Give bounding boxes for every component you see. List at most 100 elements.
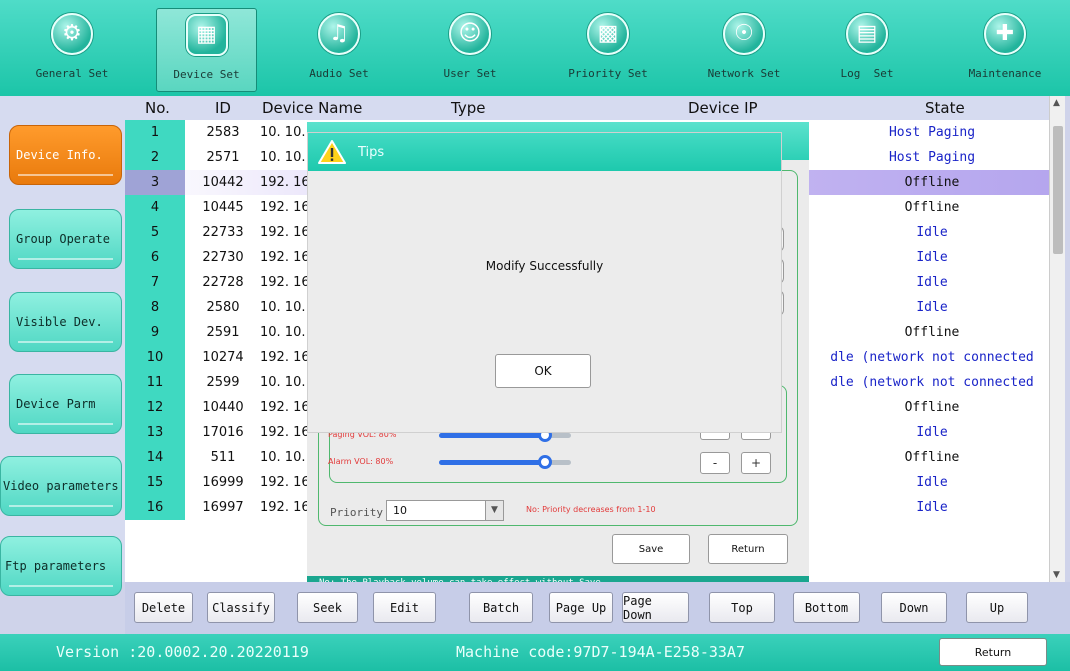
nav-log-set[interactable]: ▤ Log Set [820, 8, 914, 92]
slider-fill [439, 460, 545, 465]
cell-id: 22730 [202, 250, 244, 265]
col-header-id[interactable]: ID [215, 99, 231, 117]
cell-device-name: 192. 16 [260, 175, 310, 190]
cell-state: Offline [904, 450, 960, 465]
alarm-vol-minus-button[interactable]: - [700, 452, 730, 474]
toolbar-button-top[interactable]: Top [709, 592, 775, 623]
toolbar-button-delete[interactable]: Delete [134, 592, 193, 623]
priority-label: Priority [330, 506, 383, 519]
cell-no: 14 [125, 445, 185, 470]
tips-titlebar: Tips [308, 133, 781, 171]
cell-no: 11 [125, 370, 185, 395]
sidebar-item-visible-dev[interactable]: Visible Dev. [9, 292, 122, 352]
cell-id: 22728 [202, 275, 244, 290]
cell-state: Offline [904, 175, 960, 190]
cell-no: 7 [125, 270, 185, 295]
toolbar-button-bottom[interactable]: Bottom [793, 592, 860, 623]
bar-chart-icon: ▩ [587, 13, 629, 55]
sidebar-item-label: Visible Dev. [16, 315, 103, 329]
nav-label: General Set [35, 67, 109, 80]
col-header-device-name[interactable]: Device Name [262, 99, 362, 117]
nav-device-set[interactable]: ▦ Device Set [156, 8, 257, 92]
paging-vol-slider[interactable] [439, 428, 571, 442]
cell-no: 2 [125, 145, 185, 170]
sidebar-item-ftp-parameters[interactable]: Ftp parameters [0, 536, 122, 596]
dialog-return-button[interactable]: Return [708, 534, 788, 564]
nav-label: Maintenance [968, 67, 1042, 80]
nav-label: Log Set [840, 67, 894, 80]
scrollbar-thumb[interactable] [1053, 126, 1063, 254]
alarm-vol-plus-button[interactable]: + [741, 452, 771, 474]
sidebar: Device Info. Group Operate Visible Dev. … [0, 96, 125, 596]
cell-state: Idle [916, 225, 948, 240]
nav-general-set[interactable]: ⚙ General Set [25, 8, 119, 92]
cell-device-name: 192. 16 [260, 350, 310, 365]
sidebar-item-label: Device Parm [16, 397, 96, 411]
nav-priority-set[interactable]: ▩ Priority Set [556, 8, 660, 92]
cell-state: Host Paging [888, 150, 976, 165]
toolbar-button-batch[interactable]: Batch [469, 592, 533, 623]
top-nav: ⚙ General Set ▦ Device Set ♫ Audio Set ☺… [0, 0, 1070, 96]
cell-device-name: 10. 10. [260, 150, 306, 165]
sidebar-item-device-parm[interactable]: Device Parm [9, 374, 122, 434]
alarm-vol-slider[interactable] [439, 455, 571, 469]
cell-device-name: 10. 10. [260, 450, 306, 465]
cell-device-name: 192. 16 [260, 200, 310, 215]
col-header-no[interactable]: No. [145, 99, 170, 117]
tips-message: Modify Successfully [485, 259, 604, 273]
save-button[interactable]: Save [612, 534, 690, 564]
music-note-icon: ♫ [318, 13, 360, 55]
cell-state: Offline [904, 200, 960, 215]
tips-title: Tips [358, 144, 385, 160]
ok-button[interactable]: OK [495, 354, 591, 388]
return-button[interactable]: Return [939, 638, 1047, 666]
cell-id: 10440 [202, 400, 244, 415]
nav-network-set[interactable]: ☉ Network Set [692, 8, 796, 92]
cell-device-name: 192. 16 [260, 250, 310, 265]
table-scrollbar[interactable]: ▲ ▼ [1049, 96, 1065, 582]
sidebar-item-label: Video parameters [3, 479, 119, 493]
toolbar-button-seek[interactable]: Seek [297, 592, 358, 623]
nav-label: User Set [443, 67, 497, 80]
cell-device-name: 10. 10. [260, 125, 306, 140]
cell-state: Idle [916, 300, 948, 315]
cell-device-name: 10. 10. [260, 325, 306, 340]
scroll-down-icon[interactable]: ▼ [1053, 570, 1060, 580]
toolbar-button-edit[interactable]: Edit [373, 592, 436, 623]
cell-no: 5 [125, 220, 185, 245]
scroll-up-icon[interactable]: ▲ [1053, 98, 1060, 108]
toolbar-button-page-down[interactable]: Page Down [622, 592, 689, 623]
col-header-device-ip[interactable]: Device IP [688, 99, 758, 117]
nav-maintenance[interactable]: ✚ Maintenance [955, 8, 1055, 92]
cell-id: 2580 [206, 300, 240, 315]
cell-device-name: 192. 16 [260, 400, 310, 415]
cell-device-name: 192. 16 [260, 475, 310, 490]
tips-modal: Tips Modify Successfully OK [308, 133, 781, 432]
cell-id: 10442 [202, 175, 244, 190]
toolbar-button-down[interactable]: Down [881, 592, 947, 623]
cell-state: Host Paging [888, 125, 976, 140]
nav-label: Network Set [707, 67, 781, 80]
sidebar-item-label: Group Operate [16, 232, 110, 246]
cell-state: Idle [916, 275, 948, 290]
col-header-state[interactable]: State [925, 99, 965, 117]
chevron-down-icon[interactable]: ▼ [485, 501, 503, 520]
priority-select[interactable]: 10 ▼ [386, 500, 504, 521]
cell-no: 13 [125, 420, 185, 445]
toolbar-button-up[interactable]: Up [966, 592, 1028, 623]
slider-knob[interactable] [537, 455, 552, 469]
sidebar-item-label: Ftp parameters [5, 559, 107, 573]
cell-no: 8 [125, 295, 185, 320]
sidebar-item-video-parameters[interactable]: Video parameters [0, 456, 122, 516]
toolbar-button-page-up[interactable]: Page Up [549, 592, 613, 623]
sidebar-item-group-operate[interactable]: Group Operate [9, 209, 122, 269]
cell-no: 10 [125, 345, 185, 370]
folder-icon: ▤ [846, 13, 888, 55]
sidebar-item-device-info[interactable]: Device Info. [9, 125, 122, 185]
cell-no: 1 [125, 120, 185, 145]
nav-audio-set[interactable]: ♫ Audio Set [292, 8, 386, 92]
col-header-type[interactable]: Type [451, 99, 485, 117]
nav-user-set[interactable]: ☺ User Set [423, 8, 517, 92]
toolbar-button-classify[interactable]: Classify [207, 592, 275, 623]
cell-state: Offline [904, 400, 960, 415]
